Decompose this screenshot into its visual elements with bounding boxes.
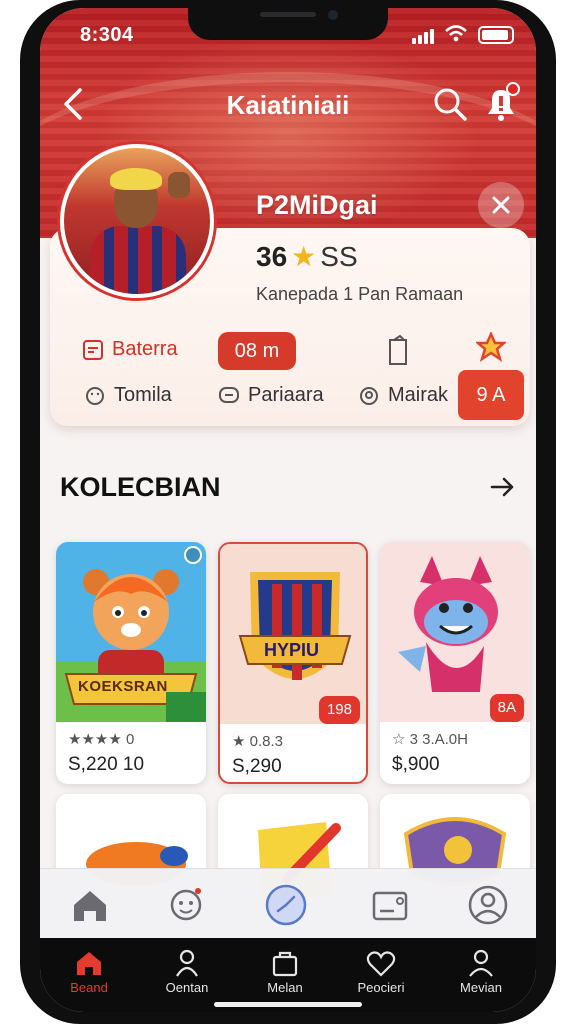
profile-username: P2MiDgai <box>256 190 378 220</box>
back-arrow-icon[interactable] <box>58 84 88 124</box>
card-price: S,290 <box>232 756 282 777</box>
tab-beand[interactable]: Beand <box>44 948 134 995</box>
notification-bell-button[interactable] <box>480 82 522 124</box>
phone-frame: 8:304 Kaiatiniaii P2MiDgai 36 ★ SS Kanep… <box>20 0 556 1024</box>
app-screen: 8:304 Kaiatiniaii P2MiDgai 36 ★ SS Kanep… <box>40 8 536 1012</box>
art-label: HYPIU <box>264 640 320 660</box>
page-title: Kaiatiniaii <box>226 90 350 120</box>
battery-icon <box>478 26 514 44</box>
card-meta: ★ 0.8.3 <box>232 733 283 750</box>
badge-icon <box>184 546 202 564</box>
arrow-right-icon[interactable] <box>488 474 518 500</box>
smile-icon <box>86 386 104 405</box>
player-avatar[interactable] <box>60 144 214 298</box>
stat-mairak[interactable]: Mairak <box>358 384 448 407</box>
chat-icon <box>219 386 239 403</box>
storefront-icon[interactable] <box>368 883 412 927</box>
face-scan-icon[interactable] <box>164 883 208 927</box>
price-tag: 8A <box>489 694 524 722</box>
profile-rating: 36 ★ SS <box>256 240 358 273</box>
stat-tomila[interactable]: Tomila <box>84 384 172 407</box>
collection-card[interactable]: 8A ☆ 3 3.A.0H $,900 <box>380 542 530 784</box>
home-icon <box>77 952 101 975</box>
close-icon <box>492 196 510 214</box>
collection-card[interactable]: KOEKSRAN ★★★★ 0 S,220 10 <box>56 542 206 784</box>
search-icon[interactable] <box>432 86 468 122</box>
rating-sub: SS <box>320 241 358 272</box>
bottom-tab-bar: Beand Oentan Melan Peocieri Mevian <box>40 938 536 1012</box>
secondary-tab-bar <box>40 868 536 938</box>
price-tag: 198 <box>318 696 360 724</box>
card-meta: ☆ 3 3.A.0H <box>392 731 468 748</box>
notification-dot <box>506 82 520 96</box>
card-meta: ★★★★ 0 <box>68 731 135 748</box>
bear-mascot-art <box>56 542 206 722</box>
art-label: KOEKSRAN <box>78 678 168 695</box>
star-icon: ★ <box>291 241 317 272</box>
close-button[interactable] <box>478 182 524 228</box>
card-price: S,220 10 <box>68 754 145 775</box>
clock-icon[interactable] <box>264 883 308 927</box>
tab-peocieri[interactable]: Peocieri <box>336 948 426 995</box>
wifi-icon <box>445 25 467 42</box>
stat-pill-badge[interactable]: 08 m <box>218 332 296 370</box>
status-time: 8:304 <box>80 24 134 46</box>
profile-icon <box>469 949 493 977</box>
tab-mevian[interactable]: Mevian <box>436 948 526 995</box>
bag-icon <box>272 951 298 977</box>
location-icon <box>360 386 378 405</box>
star-outline-icon[interactable] <box>476 332 506 362</box>
home-indicator <box>214 1002 362 1007</box>
collection-card[interactable]: HYPIU 198 ★ 0.8.3 S,290 <box>218 542 368 784</box>
signal-icon <box>412 28 436 44</box>
house-icon[interactable] <box>68 883 112 927</box>
document-icon <box>83 339 103 360</box>
collection-title: KOLECBIAN <box>60 472 221 502</box>
clipboard-icon[interactable] <box>384 334 412 366</box>
heart-icon <box>366 951 396 977</box>
person-icon <box>176 949 198 977</box>
rating-value: 36 <box>256 241 288 272</box>
user-circle-icon[interactable] <box>466 883 510 927</box>
tab-melan[interactable]: Melan <box>240 948 330 995</box>
profile-subtitle: Kanepada 1 Pan Ramaan <box>256 284 464 304</box>
card-price: $,900 <box>392 754 440 775</box>
tab-oentan[interactable]: Oentan <box>142 948 232 995</box>
stat-baterra[interactable]: Baterra <box>82 338 178 361</box>
side-badge[interactable]: 9 A <box>458 370 524 420</box>
device-notch <box>188 8 388 40</box>
stat-pariaara[interactable]: Pariaara <box>218 384 324 407</box>
